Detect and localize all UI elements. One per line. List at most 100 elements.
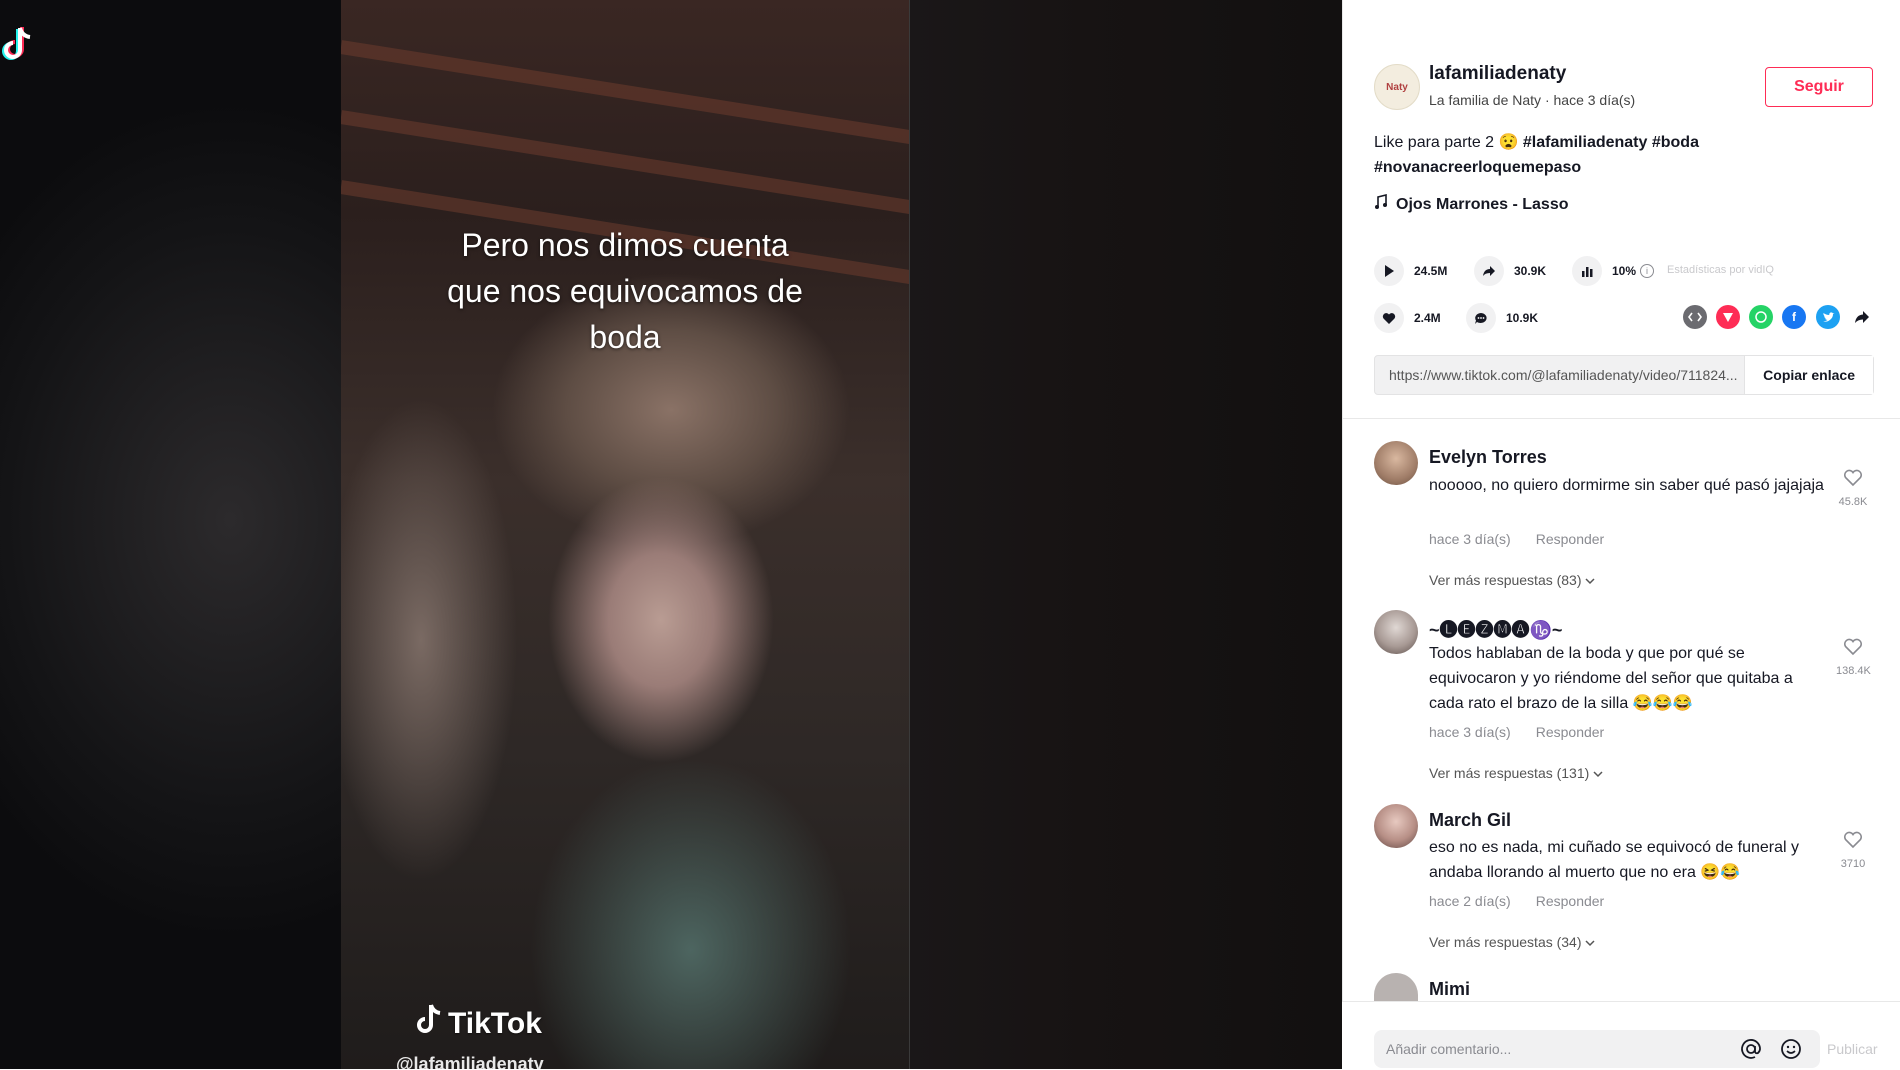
video-player[interactable]: Pero nos dimos cuenta que nos equivocamo…	[0, 0, 1342, 1069]
mention-icon[interactable]	[1740, 1038, 1762, 1065]
tiktok-logo-icon[interactable]	[0, 26, 34, 73]
heart-outline-icon	[1843, 638, 1863, 660]
reply-button[interactable]: Responder	[1536, 724, 1605, 740]
video-link-box: https://www.tiktok.com/@lafamiliadenaty/…	[1374, 355, 1874, 395]
avatar[interactable]	[1374, 804, 1418, 848]
heart-icon	[1374, 303, 1404, 333]
post-comment-button[interactable]: Publicar	[1821, 1040, 1884, 1058]
previous-video-button[interactable]	[1280, 468, 1320, 508]
telegram-icon[interactable]	[1716, 305, 1740, 329]
view-more-replies[interactable]: Ver más respuestas (83)	[1429, 572, 1595, 588]
share-arrow-icon[interactable]	[1850, 305, 1874, 329]
video-caption: Pero nos dimos cuenta que nos equivocamo…	[341, 222, 909, 360]
avatar[interactable]	[1374, 610, 1418, 654]
bar-chart-icon	[1572, 256, 1602, 286]
heart-outline-icon	[1843, 831, 1863, 853]
copy-link-button[interactable]: Copiar enlace	[1744, 356, 1873, 394]
tiktok-note-icon	[414, 1003, 442, 1045]
comment-text: Todos hablaban de la boda y que por qué …	[1429, 645, 1793, 712]
comment-author[interactable]: March Gil	[1429, 810, 1511, 831]
watermark-handle: @lafamiliadenaty	[396, 1054, 544, 1069]
volume-button[interactable]	[1280, 1031, 1320, 1069]
embed-icon[interactable]	[1683, 305, 1707, 329]
comment-author[interactable]: Evelyn Torres	[1429, 447, 1547, 468]
caption-line: que nos equivocamos de	[447, 273, 803, 309]
whatsapp-icon[interactable]	[1749, 305, 1773, 329]
comment-like-count: 45.8K	[1838, 496, 1868, 508]
emoji-icon[interactable]	[1780, 1038, 1802, 1065]
comment-meta: hace 2 día(s) Responder	[1429, 893, 1604, 909]
flag-icon	[1212, 34, 1226, 54]
shares-count: 30.9K	[1514, 264, 1547, 278]
avatar[interactable]	[1374, 441, 1418, 485]
volume-icon	[1291, 1041, 1309, 1062]
comment-text: eso no es nada, mi cuñado se equivocó de…	[1429, 839, 1800, 881]
comment-author[interactable]: ~🅛🅔🅩🅜🅐♑~	[1429, 616, 1562, 642]
comment-like-button[interactable]: 3710	[1836, 831, 1870, 870]
comment-like-count: 3710	[1840, 858, 1866, 870]
share-icon	[1474, 256, 1504, 286]
chevron-down-icon	[1593, 765, 1603, 781]
info-icon[interactable]: i	[1640, 264, 1655, 278]
comment-time: hace 3 día(s)	[1429, 724, 1511, 740]
music-link[interactable]: Ojos Marrones - Lasso	[1374, 193, 1569, 215]
chevron-down-icon	[1585, 572, 1595, 588]
follow-button[interactable]: Seguir	[1765, 67, 1873, 107]
description-text: Like para parte 2	[1374, 134, 1499, 151]
comment-text: nooooo, no quiero dormirme sin saber qué…	[1429, 477, 1824, 494]
play-icon	[1374, 256, 1404, 286]
comment-time: hace 3 día(s)	[1429, 531, 1511, 547]
divider	[1342, 418, 1900, 419]
tiktok-watermark: TikTok	[414, 1003, 542, 1045]
comment-author[interactable]: Mimi	[1429, 979, 1470, 1000]
comments-stat[interactable]: 10.9K	[1466, 303, 1538, 333]
hashtag-link[interactable]: #boda	[1652, 134, 1699, 151]
chevron-up-icon	[1291, 479, 1309, 497]
view-more-replies[interactable]: Ver más respuestas (131)	[1429, 765, 1603, 781]
caption-line: Pero nos dimos cuenta	[461, 227, 789, 263]
twitter-icon[interactable]	[1816, 305, 1840, 329]
comment-like-button[interactable]: 45.8K	[1836, 469, 1870, 508]
chevron-down-icon	[1585, 934, 1595, 950]
comment-like-count: 138.4K	[1836, 665, 1871, 677]
engagement-stat: 10% i	[1572, 256, 1655, 286]
chevron-down-icon	[1291, 544, 1309, 562]
likes-stat[interactable]: 2.4M	[1374, 303, 1441, 333]
description-emoji: 😧	[1498, 134, 1519, 151]
music-title: Ojos Marrones - Lasso	[1396, 195, 1569, 213]
video-frame[interactable]: Pero nos dimos cuenta que nos equivocamo…	[341, 0, 910, 1069]
engagement-rate: 10%	[1612, 264, 1637, 278]
comment-bubble-icon	[1466, 303, 1496, 333]
video-description: Like para parte 2 😧 #lafamiliadenaty #bo…	[1374, 130, 1854, 180]
view-more-label: Ver más respuestas (131)	[1429, 765, 1590, 781]
stats-source[interactable]: Estadísticas por vidIQ	[1667, 264, 1774, 276]
reply-button[interactable]: Responder	[1536, 531, 1605, 547]
author-subline: La familia de Naty · hace 3 día(s)	[1429, 92, 1636, 108]
facebook-icon[interactable]: f	[1782, 305, 1806, 329]
heart-outline-icon	[1843, 469, 1863, 491]
comments-count: 10.9K	[1506, 311, 1539, 325]
author-username[interactable]: lafamiliadenaty	[1429, 63, 1566, 85]
comment-like-button[interactable]: 138.4K	[1836, 638, 1871, 677]
hashtag-link[interactable]: #lafamiliadenaty	[1523, 134, 1648, 151]
comment-meta: hace 3 día(s) Responder	[1429, 724, 1604, 740]
video-link-url[interactable]: https://www.tiktok.com/@lafamiliadenaty/…	[1375, 367, 1744, 383]
likes-count: 2.4M	[1414, 311, 1441, 325]
reply-button[interactable]: Responder	[1536, 893, 1605, 909]
avatar-text: Naty	[1386, 81, 1408, 93]
watermark-brand: TikTok	[448, 1007, 542, 1040]
author-avatar[interactable]: Naty	[1374, 64, 1420, 110]
report-label: Denunciar	[1234, 35, 1308, 53]
report-button[interactable]: Denunciar	[1196, 22, 1328, 66]
comment-meta: hace 3 día(s) Responder	[1429, 531, 1604, 547]
next-video-button[interactable]	[1280, 533, 1320, 573]
view-more-label: Ver más respuestas (34)	[1429, 934, 1582, 950]
hashtag-link[interactable]: #novanacreerloquemepaso	[1374, 159, 1581, 176]
comment-time: hace 2 día(s)	[1429, 893, 1511, 909]
music-note-icon	[1374, 193, 1388, 215]
plays-stat: 24.5M	[1374, 256, 1447, 286]
caption-line: boda	[589, 319, 661, 355]
shares-stat: 30.9K	[1474, 256, 1546, 286]
view-more-label: Ver más respuestas (83)	[1429, 572, 1582, 588]
view-more-replies[interactable]: Ver más respuestas (34)	[1429, 934, 1595, 950]
